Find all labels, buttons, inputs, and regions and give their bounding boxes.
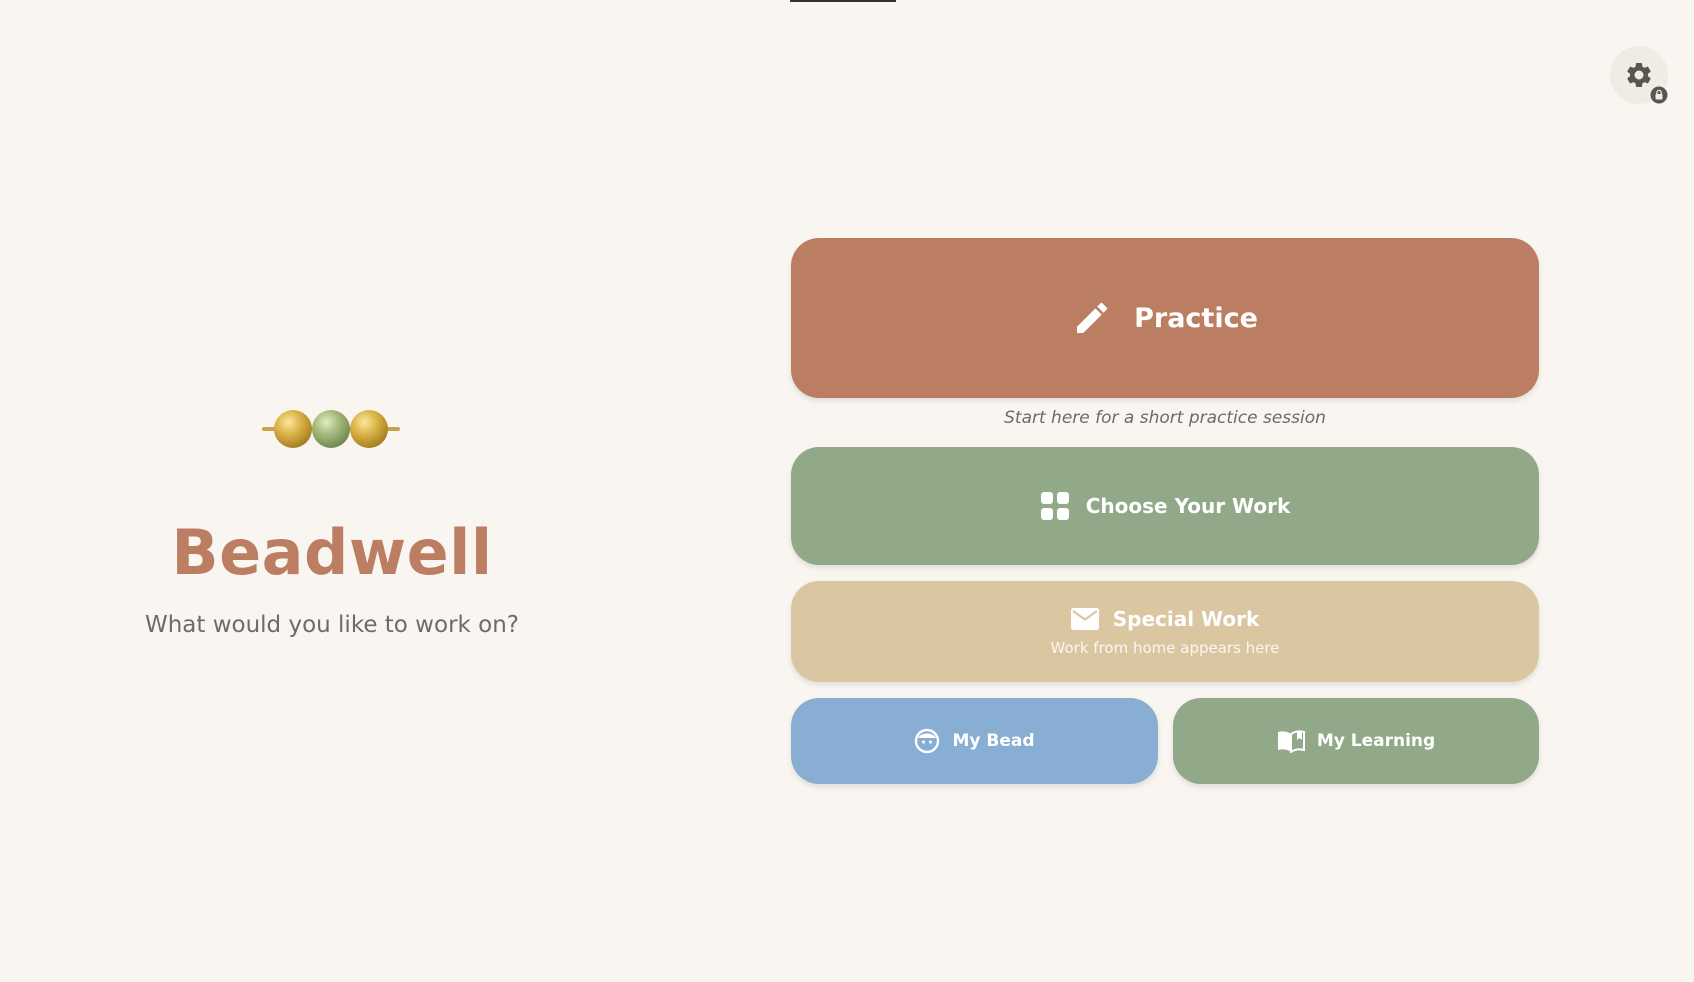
practice-hint: Start here for a short practice session bbox=[1004, 408, 1326, 428]
practice-button[interactable]: Practice bbox=[791, 238, 1539, 398]
special-work-header: Special Work bbox=[1070, 606, 1260, 631]
envelope-icon bbox=[1070, 607, 1099, 630]
app-subtitle: What would you like to work on? bbox=[144, 612, 520, 638]
beads-logo bbox=[260, 405, 402, 453]
settings-button[interactable] bbox=[1610, 46, 1668, 104]
special-work-label: Special Work bbox=[1112, 606, 1260, 631]
face-icon bbox=[914, 728, 940, 754]
my-learning-button[interactable]: My Learning bbox=[1173, 698, 1539, 784]
app-title: Beadwell bbox=[171, 516, 493, 589]
lock-icon bbox=[1650, 86, 1668, 104]
brand-panel: Beadwell What would you like to work on? bbox=[0, 0, 664, 982]
special-work-description: Work from home appears here bbox=[1050, 638, 1280, 657]
special-work-button[interactable]: Special Work Work from home appears here bbox=[791, 581, 1539, 682]
top-tab-indicator bbox=[790, 0, 896, 2]
practice-label: Practice bbox=[1134, 302, 1258, 334]
my-bead-label: My Bead bbox=[952, 731, 1035, 751]
my-learning-label: My Learning bbox=[1316, 731, 1436, 751]
book-icon bbox=[1277, 729, 1305, 753]
grid-icon bbox=[1040, 491, 1070, 521]
choose-your-work-label: Choose Your Work bbox=[1085, 494, 1291, 518]
pencil-icon bbox=[1072, 298, 1112, 338]
choose-your-work-button[interactable]: Choose Your Work bbox=[791, 447, 1539, 565]
my-bead-button[interactable]: My Bead bbox=[791, 698, 1158, 784]
